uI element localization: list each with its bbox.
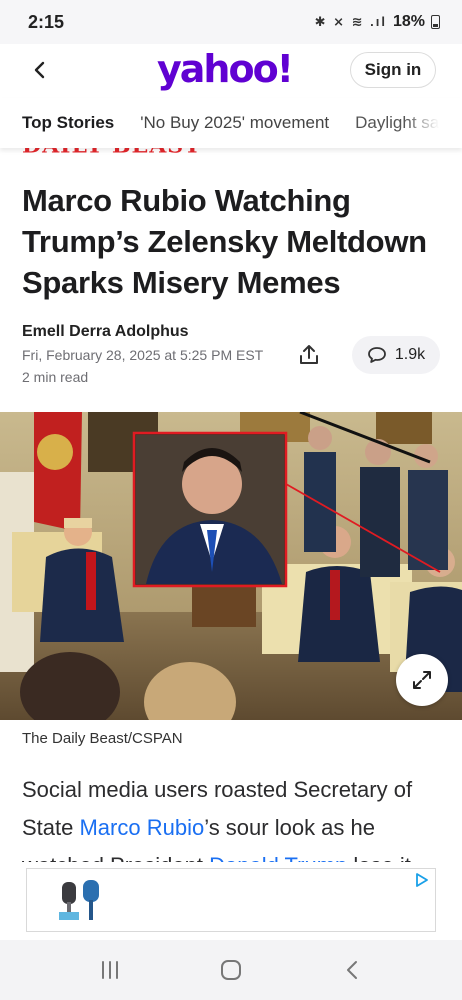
ad-banner xyxy=(0,862,462,940)
article-body: Social media users roasted Secretary of … xyxy=(22,771,442,863)
link-marco-rubio[interactable]: Marco Rubio xyxy=(79,815,204,840)
ad-box[interactable] xyxy=(26,868,436,932)
share-button[interactable] xyxy=(290,337,328,373)
tab-top-stories[interactable]: Top Stories xyxy=(22,113,114,133)
chevron-left-icon xyxy=(34,61,45,79)
topic-tabs: Top Stories 'No Buy 2025' movement Dayli… xyxy=(0,98,462,148)
home-icon xyxy=(220,960,241,980)
sign-in-button[interactable]: Sign in xyxy=(350,52,436,88)
battery-icon xyxy=(431,15,440,29)
back-button[interactable] xyxy=(26,56,54,84)
photo-caption: The Daily Beast/CSPAN xyxy=(22,730,183,747)
system-back-button[interactable] xyxy=(328,950,376,990)
article-photo[interactable] xyxy=(0,412,462,720)
article-title: Marco Rubio Watching Trump’s Zelensky Me… xyxy=(22,183,427,300)
tab-daylight-saving[interactable]: Daylight sa xyxy=(355,113,439,133)
comments-count: 1.9k xyxy=(394,346,426,363)
battery-percent: 18% xyxy=(392,13,425,30)
recents-icon xyxy=(102,961,119,979)
oval-office-photo xyxy=(0,412,462,720)
product-image xyxy=(59,880,99,920)
yahoo-logo[interactable]: yahoo! xyxy=(157,44,294,94)
read-time: 2 min read xyxy=(22,369,89,385)
status-time: 2:15 xyxy=(28,11,65,32)
recents-button[interactable] xyxy=(86,950,134,990)
status-indicators: ✱ ⨯ ≋ .ıl 18% xyxy=(315,13,440,31)
share-icon xyxy=(300,345,318,364)
signal-icons: ✱ ⨯ ≋ .ıl xyxy=(314,14,387,29)
app-header: yahoo! Sign in xyxy=(0,44,462,98)
system-nav-bar xyxy=(0,940,462,1000)
home-button[interactable] xyxy=(207,950,255,990)
status-bar: 2:15 ✱ ⨯ ≋ .ıl 18% xyxy=(0,0,462,44)
back-icon xyxy=(346,961,357,979)
comment-icon xyxy=(367,347,386,363)
comments-button[interactable]: 1.9k xyxy=(352,336,440,374)
ad-choices-icon[interactable] xyxy=(415,873,429,887)
expand-icon xyxy=(413,671,431,689)
tab-no-buy-2025[interactable]: 'No Buy 2025' movement xyxy=(140,113,329,133)
article-author[interactable]: Emell Derra Adolphus xyxy=(22,323,189,341)
article-date: Fri, February 28, 2025 at 5:25 PM EST xyxy=(22,347,264,363)
expand-image-button[interactable] xyxy=(396,654,448,706)
